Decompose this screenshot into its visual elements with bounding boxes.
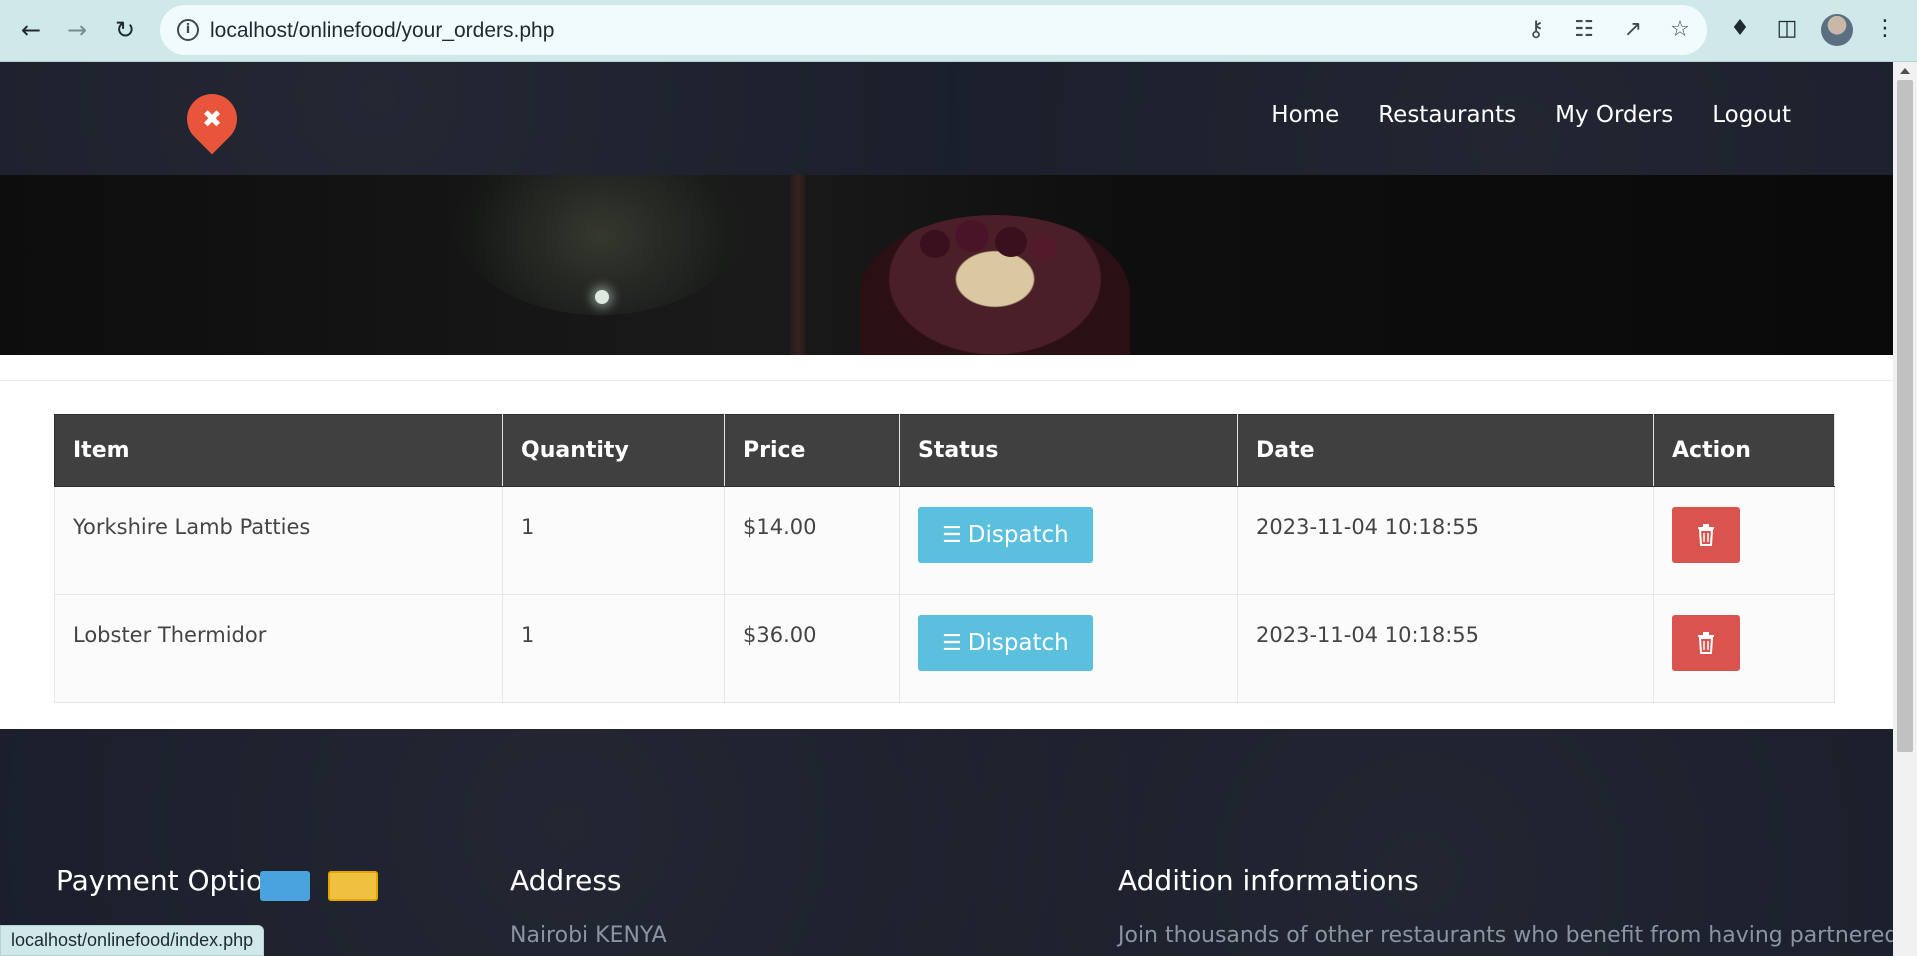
menu-kebab-icon[interactable]: ⋮ [1870,14,1900,44]
page-scrollbar[interactable] [1893,62,1917,956]
extensions-icon[interactable]: ♦ [1725,14,1755,44]
orders-table: Item Quantity Price Status Date Action Y… [54,414,1835,703]
table-header-row: Item Quantity Price Status Date Action [54,414,1835,487]
cell-quantity: 1 [502,594,725,703]
trash-icon [1698,632,1714,654]
share-icon[interactable]: ↗ [1619,16,1647,44]
menu-bars-icon: ☰ [942,522,962,548]
cell-price: $36.00 [724,594,900,703]
header-item: Item [54,414,503,487]
cell-quantity: 1 [502,486,725,595]
table-row: Yorkshire Lamb Patties 1 $14.00 ☰ Dispat… [54,486,1835,595]
berry-decor [995,227,1027,257]
utensils-icon: ✖ [201,105,223,133]
header-quantity: Quantity [502,414,725,487]
cell-action [1653,594,1835,703]
header-price: Price [724,414,900,487]
reload-icon[interactable]: ↻ [108,13,142,47]
header-status: Status [899,414,1238,487]
bookmark-star-icon[interactable]: ☆ [1666,16,1694,44]
cell-date: 2023-11-04 10:18:55 [1237,594,1654,703]
scrollbar-thumb[interactable] [1897,80,1913,752]
berry-decor [1030,235,1058,261]
nav-restaurants[interactable]: Restaurants [1378,102,1516,128]
header-action: Action [1653,414,1835,487]
site-header: ✖ Home Restaurants My Orders Logout [0,62,1893,175]
translate-icon[interactable]: ☷ [1570,16,1598,44]
status-label: Dispatch [967,522,1069,548]
dispatch-status-button[interactable]: ☰ Dispatch [918,507,1093,563]
browser-toolbar: ← → ↻ i localhost/onlinefood/your_orders… [0,0,1917,62]
footer-info-text: Join thousands of other restaurants who … [1118,923,1893,948]
address-bar[interactable]: i localhost/onlinefood/your_orders.php ⚷… [160,5,1707,55]
nav-logout[interactable]: Logout [1712,102,1791,128]
hero-candle-decor [790,175,806,355]
bitcoin-card-icon [328,871,378,901]
nav-home[interactable]: Home [1271,102,1339,128]
cell-item: Yorkshire Lamb Patties [54,486,503,595]
nav-my-orders[interactable]: My Orders [1555,102,1673,128]
berry-decor [955,220,989,252]
cell-item: Lobster Thermidor [54,594,503,703]
header-date: Date [1237,414,1654,487]
page-viewport: ✖ Home Restaurants My Orders Logout Item… [0,62,1893,956]
key-icon[interactable]: ⚷ [1522,16,1550,44]
cell-price: $14.00 [724,486,900,595]
berry-decor [920,230,950,258]
forward-icon[interactable]: → [60,13,94,47]
hero-light-decor [595,290,609,304]
site-footer: Payment Options Address Nairobi KENYA Ad… [0,729,1893,956]
cell-status: ☰ Dispatch [899,486,1238,595]
back-icon[interactable]: ← [14,13,48,47]
side-panel-icon[interactable]: ◫ [1772,14,1802,44]
table-row: Lobster Thermidor 1 $36.00 ☰ Dispatch 20… [54,594,1835,703]
trash-icon [1698,524,1714,546]
link-status-bubble: localhost/onlinefood/index.php [0,925,265,956]
cell-date: 2023-11-04 10:18:55 [1237,486,1654,595]
divider [0,380,1893,381]
stripe-card-icon [260,871,310,901]
scroll-up-icon[interactable] [1900,68,1910,74]
footer-address-text: Nairobi KENYA [510,923,667,948]
status-label: Dispatch [967,630,1069,656]
cell-status: ☰ Dispatch [899,594,1238,703]
delete-order-button[interactable] [1672,615,1740,671]
menu-bars-icon: ☰ [942,630,962,656]
hero-banner [0,175,1893,355]
profile-avatar[interactable] [1821,14,1853,46]
cell-action [1653,486,1835,595]
address-url[interactable]: localhost/onlinefood/your_orders.php [210,19,554,43]
site-info-icon[interactable]: i [177,19,199,41]
delete-order-button[interactable] [1672,507,1740,563]
footer-address-title: Address [510,864,622,897]
main-nav: Home Restaurants My Orders Logout [1271,102,1791,128]
dispatch-status-button[interactable]: ☰ Dispatch [918,615,1093,671]
footer-info-title: Addition informations [1118,864,1419,897]
